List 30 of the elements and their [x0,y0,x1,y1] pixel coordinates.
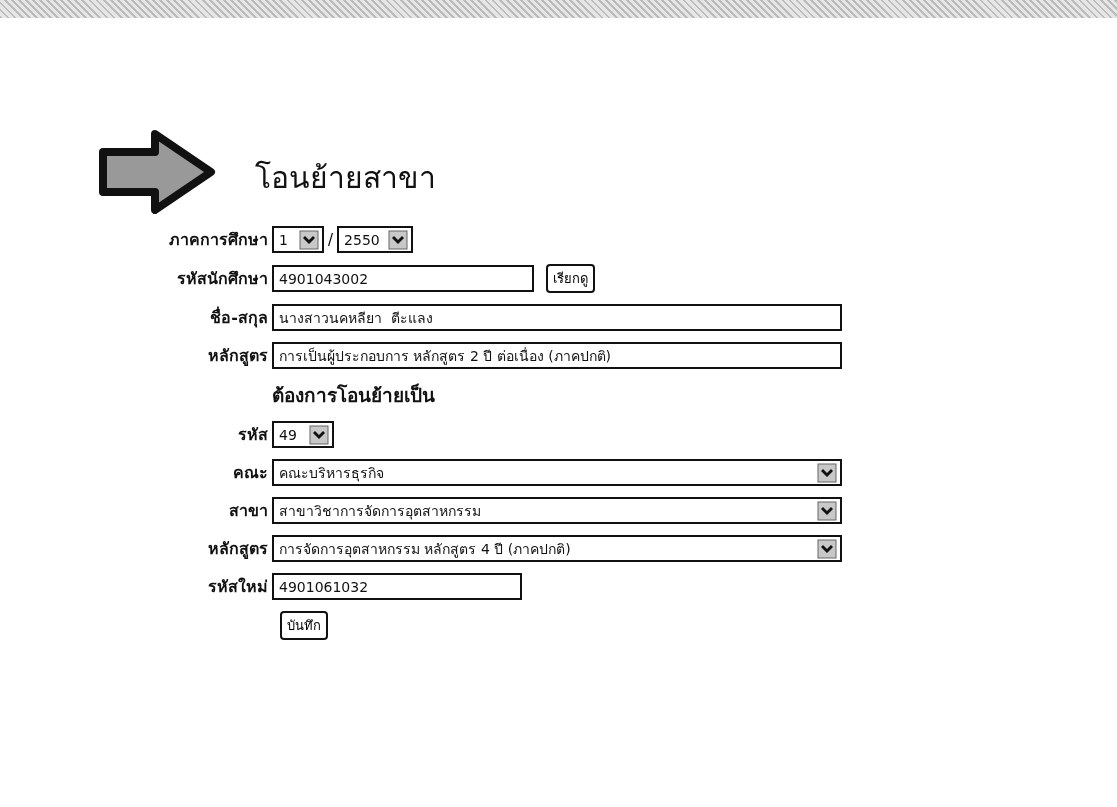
action-button[interactable]: บันทึก [280,611,328,640]
text-field[interactable]: การเป็นผู้ประกอบการ หลักสูตร 2 ปี ต่อเนื่อง (ภาคปกติ) [272,342,842,369]
field-label: รหัส [238,425,268,444]
action-button[interactable]: เรียกดู [546,264,595,293]
text-field[interactable]: 4901061032 [272,573,522,600]
section-heading: ต้องการโอนย้ายเป็น [272,382,436,408]
separator-text: / [328,230,334,249]
dropdown-value: สาขาวิชาการจัดการอุตสาหกรรม [279,501,481,522]
dropdown[interactable]: การจัดการอุตสาหกรรม หลักสูตร 4 ปี (ภาคปกติ) [272,535,842,562]
field-label: รหัสใหม่ [208,577,268,596]
field-label: รหัสนักศึกษา [177,269,268,288]
dropdown-value: 2550 [344,231,380,248]
dropdown[interactable]: 2550 [337,226,414,253]
field-label: หลักสูตร [208,539,268,558]
dropdown-value: 1 [279,231,288,248]
page-title: โอนย้ายสาขา [255,158,436,197]
text-field[interactable]: 4901043002 [272,265,534,292]
field-label: ชื่อ-สกุล [210,308,268,327]
field-label: ภาคการศึกษา [169,230,268,249]
text-field[interactable]: นางสาวนคหลียา ตีะแลง [272,304,842,331]
dropdown[interactable]: 49 [272,421,334,448]
dropdown-value: 49 [279,426,297,443]
dropdown-value: คณะบริหารธุรกิจ [279,463,384,484]
field-label: หลักสูตร [208,346,268,365]
dropdown[interactable]: สาขาวิชาการจัดการอุตสาหกรรม [272,497,842,524]
dropdown-value: การจัดการอุตสาหกรรม หลักสูตร 4 ปี (ภาคปกติ) [279,539,571,560]
field-label: สาขา [229,501,268,520]
dropdown[interactable]: 1 [272,226,324,253]
field-label: คณะ [233,463,268,482]
dropdown[interactable]: คณะบริหารธุรกิจ [272,459,842,486]
